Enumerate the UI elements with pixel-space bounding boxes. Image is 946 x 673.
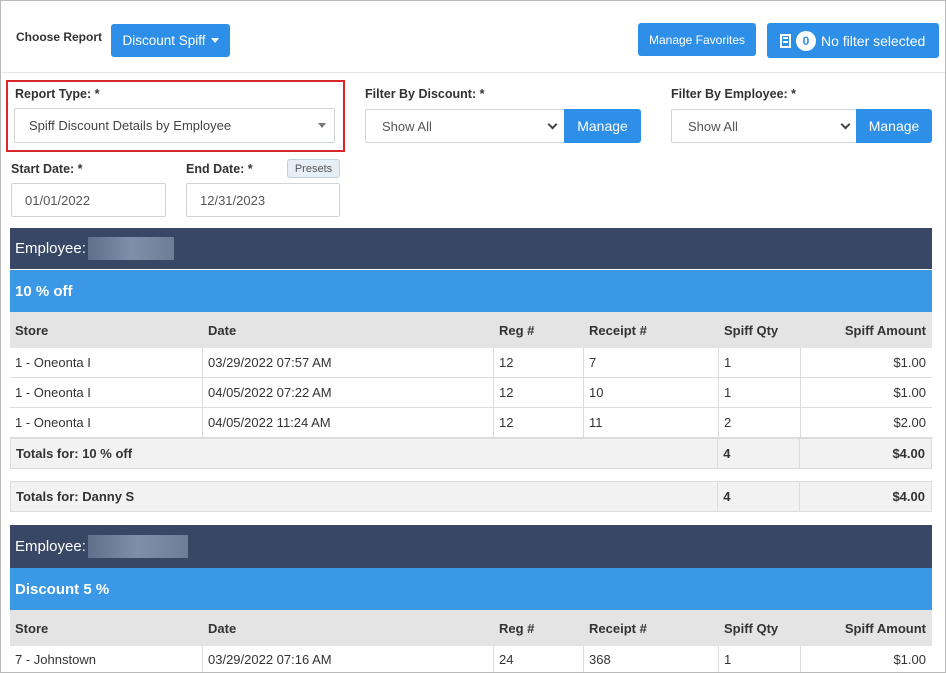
top-toolbar: Choose Report Discount Spiff Manage Favo… [1,1,945,73]
receipt-cell: 11 [584,408,719,437]
table-row[interactable]: 1 - Oneonta I 04/05/2022 07:22 AM 12 10 … [10,378,932,408]
date-cell: 04/05/2022 07:22 AM [203,378,494,407]
employee-totals-row: Totals for: Danny S 4 $4.00 [10,481,932,512]
filter-count-badge: 0 [796,30,816,51]
store-cell: 1 - Oneonta I [10,348,203,377]
receipt-cell: 10 [584,378,719,407]
store-cell: 1 - Oneonta I [10,408,203,437]
discount-header-bar: Discount 5 % [10,568,932,610]
end-date-input[interactable]: 12/31/2023 [186,183,340,217]
employee-label: Employee: [15,538,86,555]
employee-totals-label: Totals for: Danny S [11,482,719,511]
employee-header-bar: Employee: [10,228,932,269]
receipt-cell: 368 [584,646,719,672]
discount-manage-button[interactable]: Manage [564,109,641,143]
column-header-reg: Reg # [499,620,535,636]
receipt-cell: 7 [584,348,719,377]
end-date-label: End Date: * [186,162,253,176]
column-header-date: Date [208,322,237,338]
end-date-value: 12/31/2023 [200,192,266,208]
date-cell: 03/29/2022 07:57 AM [203,348,494,377]
report-dropdown-button[interactable]: Discount Spiff [111,24,230,57]
discount-totals-row: Totals for: 10 % off 4 $4.00 [10,438,932,469]
date-cell: 03/29/2022 07:16 AM [203,646,494,672]
building-icon [780,33,791,48]
column-header-store: Store [15,620,49,636]
report-type-value: Spiff Discount Details by Employee [29,118,232,133]
column-header-date: Date [208,620,237,636]
report-type-label: Report Type: * [15,87,100,101]
column-header-reg: Reg # [499,322,535,338]
spiff-amount-cell: $1.00 [893,652,926,667]
table-header-row: Store Date Reg # Receipt # Spiff Qty Spi… [10,312,932,348]
choose-report-label: Choose Report [16,30,103,44]
employee-totals-qty: 4 [718,482,801,511]
caret-down-icon [210,38,219,43]
discount-filter-select[interactable]: Show All [365,109,565,143]
employee-filter-label: Filter By Employee: * [671,87,797,101]
column-header-store: Store [15,322,49,338]
start-date-input[interactable]: 01/01/2022 [11,183,166,217]
redacted-employee-name [87,237,174,260]
redacted-employee-name [87,535,188,558]
report-type-select[interactable]: Spiff Discount Details by Employee [14,108,335,143]
filter-status-button[interactable]: 0 No filter selected [767,23,939,58]
employee-header-bar: Employee: [10,525,932,568]
report-dropdown-label: Discount Spiff [122,33,206,48]
reg-cell: 12 [494,408,584,437]
spiff-qty-cell: 1 [719,646,801,672]
table-row[interactable]: 1 - Oneonta I 03/29/2022 07:57 AM 12 7 1… [10,348,932,378]
reg-cell: 12 [494,378,584,407]
filter-status-text: No filter selected [821,32,926,49]
discount-totals-label: Totals for: 10 % off [11,439,719,468]
reg-cell: 12 [494,348,584,377]
column-header-spiff-qty: Spiff Qty [724,620,779,636]
spiff-qty-cell: 2 [719,408,801,437]
date-cell: 04/05/2022 11:24 AM [203,408,494,437]
discount-filter-label: Filter By Discount: * [365,87,485,101]
table-row[interactable]: 1 - Oneonta I 04/05/2022 11:24 AM 12 11 … [10,408,932,438]
employee-filter-value: Show All [688,118,738,134]
start-date-label: Start Date: * [11,162,83,176]
start-date-value: 01/01/2022 [25,192,91,208]
manage-favorites-button[interactable]: Manage Favorites [638,23,756,56]
table-row[interactable]: 7 - Johnstown 03/29/2022 07:16 AM 24 368… [10,646,932,672]
table-header-row: Store Date Reg # Receipt # Spiff Qty Spi… [10,610,932,646]
discount-header-bar: 10 % off [10,270,932,312]
store-cell: 7 - Johnstown [10,646,203,672]
column-header-receipt: Receipt # [589,322,647,338]
chevron-down-icon [840,119,851,130]
column-header-spiff-amount: Spiff Amount [844,620,926,636]
employee-filter-select[interactable]: Show All [671,109,858,143]
reg-cell: 24 [494,646,584,672]
spiff-amount-cell: $1.00 [893,385,926,400]
store-cell: 1 - Oneonta I [10,378,203,407]
employee-manage-button[interactable]: Manage [856,109,932,143]
column-header-spiff-amount: Spiff Amount [844,322,926,338]
spiff-qty-cell: 1 [719,378,801,407]
discount-totals-amount: $4.00 [892,446,925,461]
employee-label: Employee: [15,240,86,257]
spiff-amount-cell: $2.00 [893,415,926,430]
report-window: Choose Report Discount Spiff Manage Favo… [0,0,946,673]
discount-totals-qty: 4 [718,439,801,468]
chevron-down-icon [547,119,558,130]
discount-filter-value: Show All [382,118,432,134]
caret-down-icon [318,123,326,128]
employee-totals-amount: $4.00 [892,489,925,504]
spiff-qty-cell: 1 [719,348,801,377]
presets-button[interactable]: Presets [287,159,340,178]
column-header-receipt: Receipt # [589,620,647,636]
column-header-spiff-qty: Spiff Qty [724,322,779,338]
spiff-amount-cell: $1.00 [893,355,926,370]
